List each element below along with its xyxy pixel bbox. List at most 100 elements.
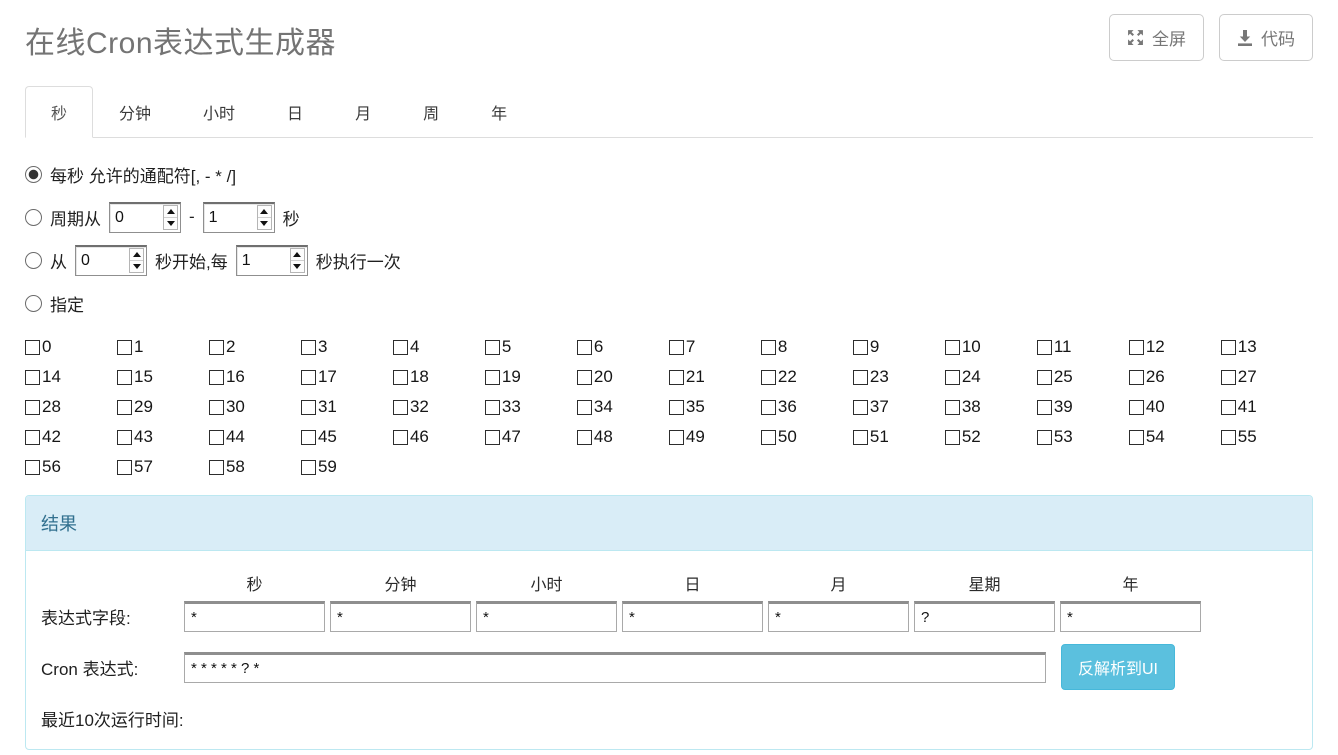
- second-checkbox-cell[interactable]: 25: [1037, 367, 1129, 387]
- tab-item[interactable]: 分钟: [93, 86, 177, 138]
- second-checkbox-cell[interactable]: 10: [945, 337, 1037, 357]
- spinner-up-icon[interactable]: [258, 206, 271, 218]
- second-checkbox-cell[interactable]: 49: [669, 427, 761, 447]
- second-checkbox[interactable]: [25, 340, 40, 355]
- field-value-input[interactable]: [622, 601, 763, 632]
- second-checkbox[interactable]: [1037, 430, 1052, 445]
- second-checkbox-cell[interactable]: 15: [117, 367, 209, 387]
- spinner-down-icon[interactable]: [291, 261, 304, 272]
- second-checkbox[interactable]: [485, 370, 500, 385]
- second-checkbox-cell[interactable]: 28: [25, 397, 117, 417]
- cron-expression-input[interactable]: [184, 652, 1046, 683]
- second-checkbox[interactable]: [393, 340, 408, 355]
- field-value-input[interactable]: [768, 601, 909, 632]
- second-checkbox-cell[interactable]: 18: [393, 367, 485, 387]
- second-checkbox-cell[interactable]: 40: [1129, 397, 1221, 417]
- second-checkbox-cell[interactable]: 39: [1037, 397, 1129, 417]
- second-checkbox[interactable]: [1129, 430, 1144, 445]
- second-checkbox-cell[interactable]: 14: [25, 367, 117, 387]
- second-checkbox[interactable]: [761, 340, 776, 355]
- field-value-input[interactable]: [914, 601, 1055, 632]
- second-checkbox-cell[interactable]: 53: [1037, 427, 1129, 447]
- second-checkbox[interactable]: [301, 400, 316, 415]
- second-checkbox[interactable]: [485, 400, 500, 415]
- second-checkbox-cell[interactable]: 55: [1221, 427, 1313, 447]
- second-checkbox-cell[interactable]: 2: [209, 337, 301, 357]
- second-checkbox[interactable]: [853, 400, 868, 415]
- spinner-down-icon[interactable]: [130, 261, 143, 272]
- second-checkbox[interactable]: [577, 400, 592, 415]
- second-checkbox[interactable]: [669, 430, 684, 445]
- second-checkbox[interactable]: [669, 400, 684, 415]
- second-checkbox-cell[interactable]: 43: [117, 427, 209, 447]
- code-button[interactable]: 代码: [1219, 14, 1313, 61]
- second-checkbox-cell[interactable]: 4: [393, 337, 485, 357]
- second-checkbox[interactable]: [485, 430, 500, 445]
- second-checkbox-cell[interactable]: 58: [209, 457, 301, 477]
- second-checkbox[interactable]: [25, 400, 40, 415]
- second-checkbox-cell[interactable]: 27: [1221, 367, 1313, 387]
- cycle-radio[interactable]: [25, 209, 42, 226]
- second-checkbox[interactable]: [945, 430, 960, 445]
- second-checkbox-cell[interactable]: 21: [669, 367, 761, 387]
- second-checkbox-cell[interactable]: 9: [853, 337, 945, 357]
- second-checkbox-cell[interactable]: 24: [945, 367, 1037, 387]
- second-checkbox[interactable]: [117, 430, 132, 445]
- second-checkbox-cell[interactable]: 19: [485, 367, 577, 387]
- second-checkbox-cell[interactable]: 57: [117, 457, 209, 477]
- second-checkbox-cell[interactable]: 20: [577, 367, 669, 387]
- second-checkbox-cell[interactable]: 44: [209, 427, 301, 447]
- second-checkbox[interactable]: [25, 370, 40, 385]
- fullscreen-button[interactable]: 全屏: [1109, 14, 1204, 61]
- second-checkbox[interactable]: [393, 370, 408, 385]
- second-checkbox[interactable]: [117, 340, 132, 355]
- second-checkbox[interactable]: [117, 370, 132, 385]
- second-checkbox-cell[interactable]: 1: [117, 337, 209, 357]
- second-checkbox[interactable]: [853, 430, 868, 445]
- field-value-input[interactable]: [184, 601, 325, 632]
- second-checkbox-cell[interactable]: 3: [301, 337, 393, 357]
- second-checkbox-cell[interactable]: 46: [393, 427, 485, 447]
- second-checkbox[interactable]: [669, 340, 684, 355]
- second-checkbox[interactable]: [301, 370, 316, 385]
- second-checkbox[interactable]: [669, 370, 684, 385]
- second-checkbox-cell[interactable]: 56: [25, 457, 117, 477]
- second-checkbox-cell[interactable]: 8: [761, 337, 853, 357]
- spinner-up-icon[interactable]: [291, 249, 304, 261]
- second-checkbox-cell[interactable]: 26: [1129, 367, 1221, 387]
- second-checkbox-cell[interactable]: 16: [209, 367, 301, 387]
- second-checkbox[interactable]: [209, 430, 224, 445]
- second-checkbox-cell[interactable]: 6: [577, 337, 669, 357]
- second-checkbox-cell[interactable]: 23: [853, 367, 945, 387]
- tab-item[interactable]: 年: [465, 86, 533, 138]
- reverse-parse-button[interactable]: 反解析到UI: [1061, 644, 1175, 690]
- second-checkbox[interactable]: [945, 340, 960, 355]
- tab-item[interactable]: 秒: [25, 86, 93, 138]
- second-checkbox-cell[interactable]: 32: [393, 397, 485, 417]
- second-checkbox-cell[interactable]: 30: [209, 397, 301, 417]
- second-checkbox[interactable]: [301, 460, 316, 475]
- spinner-down-icon[interactable]: [258, 218, 271, 229]
- second-checkbox-cell[interactable]: 22: [761, 367, 853, 387]
- second-checkbox-cell[interactable]: 17: [301, 367, 393, 387]
- second-checkbox-cell[interactable]: 54: [1129, 427, 1221, 447]
- second-checkbox-cell[interactable]: 11: [1037, 337, 1129, 357]
- second-checkbox-cell[interactable]: 52: [945, 427, 1037, 447]
- second-checkbox[interactable]: [761, 370, 776, 385]
- second-checkbox[interactable]: [117, 400, 132, 415]
- second-checkbox-cell[interactable]: 35: [669, 397, 761, 417]
- second-checkbox[interactable]: [945, 370, 960, 385]
- second-checkbox-cell[interactable]: 41: [1221, 397, 1313, 417]
- second-checkbox-cell[interactable]: 50: [761, 427, 853, 447]
- field-value-input[interactable]: [476, 601, 617, 632]
- second-checkbox[interactable]: [1129, 370, 1144, 385]
- second-checkbox[interactable]: [393, 430, 408, 445]
- second-checkbox-cell[interactable]: 7: [669, 337, 761, 357]
- second-checkbox[interactable]: [209, 460, 224, 475]
- interval-radio[interactable]: [25, 252, 42, 269]
- second-checkbox[interactable]: [1221, 400, 1236, 415]
- spinner-up-icon[interactable]: [130, 249, 143, 261]
- second-checkbox[interactable]: [301, 340, 316, 355]
- second-checkbox[interactable]: [1221, 430, 1236, 445]
- second-checkbox[interactable]: [853, 340, 868, 355]
